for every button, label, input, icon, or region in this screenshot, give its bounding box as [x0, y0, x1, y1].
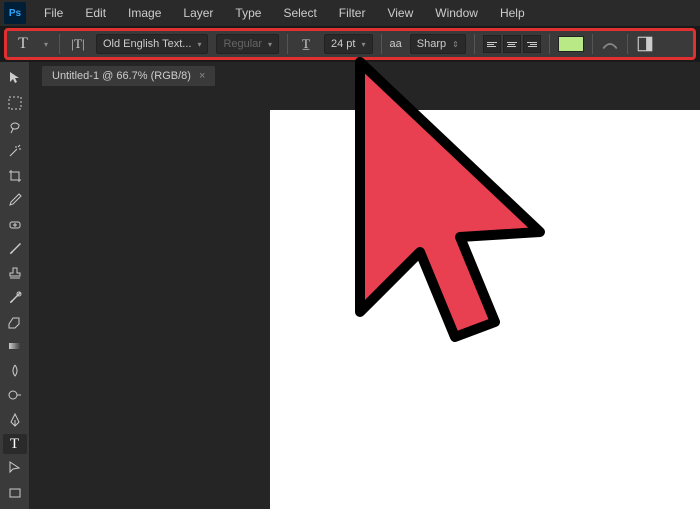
- font-family-value: Old English Text...: [103, 38, 191, 50]
- tools-toolbar: T: [0, 62, 30, 509]
- menu-filter[interactable]: Filter: [329, 2, 376, 24]
- chevron-down-icon: ▾: [361, 40, 365, 49]
- align-group: [483, 35, 541, 53]
- gradient-tool[interactable]: [3, 336, 27, 356]
- wand-tool[interactable]: [3, 141, 27, 161]
- separator: [474, 34, 475, 54]
- antialias-icon: aa: [390, 38, 402, 50]
- pen-tool[interactable]: [3, 409, 27, 429]
- separator: [592, 34, 593, 54]
- font-family-select[interactable]: Old English Text... ▾: [96, 34, 208, 54]
- eyedropper-tool[interactable]: [3, 190, 27, 210]
- workspace: T Untitled-1 @ 66.7% (RGB/8) ×: [0, 62, 700, 509]
- history-brush-tool[interactable]: [3, 288, 27, 308]
- menu-select[interactable]: Select: [273, 2, 326, 24]
- antialias-value: Sharp: [417, 38, 446, 50]
- character-panel-icon[interactable]: [636, 35, 654, 53]
- blur-tool[interactable]: [3, 361, 27, 381]
- text-color-swatch[interactable]: [558, 36, 584, 52]
- menu-image[interactable]: Image: [118, 2, 171, 24]
- type-tool-icon: T: [13, 34, 33, 54]
- menubar: Ps File Edit Image Layer Type Select Fil…: [0, 0, 700, 26]
- menu-file[interactable]: File: [34, 2, 73, 24]
- align-right-button[interactable]: [523, 35, 541, 53]
- path-tool[interactable]: [3, 458, 27, 478]
- type-tool[interactable]: T: [3, 434, 27, 454]
- menu-window[interactable]: Window: [425, 2, 488, 24]
- separator: [627, 34, 628, 54]
- canvas[interactable]: [270, 110, 700, 509]
- menu-layer[interactable]: Layer: [173, 2, 223, 24]
- stamp-tool[interactable]: [3, 263, 27, 283]
- document-area: Untitled-1 @ 66.7% (RGB/8) ×: [30, 62, 700, 509]
- menu-view[interactable]: View: [377, 2, 423, 24]
- heal-tool[interactable]: [3, 214, 27, 234]
- separator: [549, 34, 550, 54]
- font-style-value: Regular: [223, 38, 262, 50]
- app-logo: Ps: [4, 2, 26, 24]
- tab-title: Untitled-1 @ 66.7% (RGB/8): [52, 70, 191, 82]
- separator: [287, 34, 288, 54]
- font-style-select[interactable]: Regular ▾: [216, 34, 279, 54]
- tool-preset-arrow[interactable]: ▾: [41, 34, 51, 54]
- orientation-icon[interactable]: |T|: [68, 34, 88, 54]
- document-tab[interactable]: Untitled-1 @ 66.7% (RGB/8) ×: [42, 66, 215, 86]
- align-center-button[interactable]: [503, 35, 521, 53]
- brush-tool[interactable]: [3, 239, 27, 259]
- warp-text-icon[interactable]: [601, 35, 619, 53]
- antialias-select[interactable]: Sharp ⇕: [410, 34, 466, 54]
- crop-tool[interactable]: [3, 166, 27, 186]
- close-icon[interactable]: ×: [199, 70, 205, 82]
- menu-edit[interactable]: Edit: [75, 2, 116, 24]
- chevron-down-icon: ⇕: [452, 40, 459, 49]
- separator: [59, 34, 60, 54]
- chevron-down-icon: ▾: [197, 40, 201, 49]
- lasso-tool[interactable]: [3, 117, 27, 137]
- align-left-button[interactable]: [483, 35, 501, 53]
- move-tool[interactable]: [3, 68, 27, 88]
- rectangle-tool[interactable]: [3, 483, 27, 503]
- dodge-tool[interactable]: [3, 385, 27, 405]
- eraser-tool[interactable]: [3, 312, 27, 332]
- marquee-tool[interactable]: [3, 92, 27, 112]
- separator: [381, 34, 382, 54]
- font-size-value: 24 pt: [331, 38, 355, 50]
- menu-type[interactable]: Type: [225, 2, 271, 24]
- size-icon: T̲: [296, 34, 316, 54]
- chevron-down-icon: ▾: [268, 40, 272, 49]
- canvas-viewport[interactable]: [30, 90, 700, 509]
- options-bar: T ▾ |T| Old English Text... ▾ Regular ▾ …: [4, 28, 696, 60]
- font-size-select[interactable]: 24 pt ▾: [324, 34, 372, 54]
- menu-help[interactable]: Help: [490, 2, 535, 24]
